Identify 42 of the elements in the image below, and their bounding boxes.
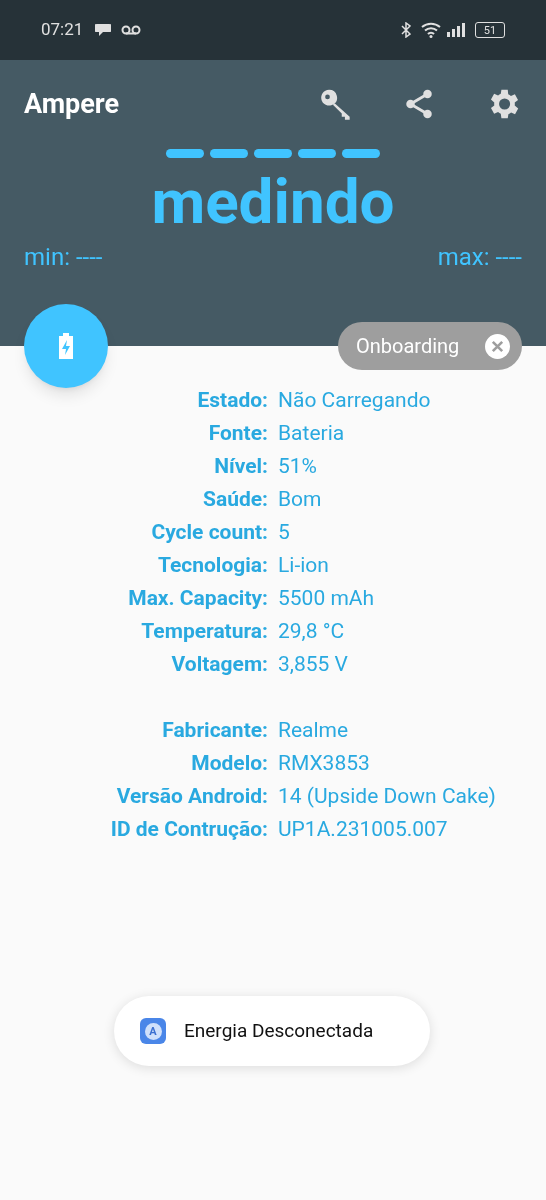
- info-value: 3,855 V: [277, 651, 348, 678]
- signal-icon: [447, 23, 467, 37]
- info-value: Bateria: [277, 420, 345, 447]
- voicemail-icon: [121, 25, 142, 35]
- app-title: Ampere: [24, 86, 121, 122]
- max-reading: max: ----: [437, 242, 522, 272]
- info-label: Saúde:: [202, 486, 268, 513]
- bluetooth-icon: [401, 22, 411, 38]
- info-value: Li-ion: [277, 552, 329, 579]
- app-icon: A: [140, 1018, 166, 1044]
- info-value: 29,8 °C: [277, 618, 345, 645]
- info-label: Voltagem:: [170, 651, 268, 678]
- close-icon[interactable]: [485, 333, 510, 359]
- info-label: Modelo:: [190, 750, 268, 777]
- battery-indicator: 51: [475, 22, 505, 38]
- wifi-icon: [421, 22, 443, 38]
- info-value: 51%: [277, 453, 317, 480]
- info-label: Nível:: [213, 453, 268, 480]
- info-value: 5: [277, 519, 290, 546]
- info-label: ID de Contrução:: [109, 816, 268, 843]
- info-label: Fonte:: [207, 420, 268, 447]
- info-label: Versão Android:: [115, 783, 268, 810]
- reading-value: medindo: [151, 165, 395, 238]
- info-label: Tecnologia:: [156, 552, 268, 579]
- info-label: Estado:: [196, 387, 268, 414]
- info-value: UP1A.231005.007: [277, 816, 448, 843]
- info-value: 5500 mAh: [277, 585, 375, 612]
- info-label: Fabricante:: [161, 717, 268, 744]
- info-value: RMX3853: [277, 750, 370, 777]
- onboarding-chip[interactable]: Onboarding: [338, 322, 522, 370]
- info-label: Cycle count:: [150, 519, 268, 546]
- info-value: 14 (Upside Down Cake): [277, 783, 496, 810]
- min-reading: min: ----: [24, 242, 103, 272]
- info-value: Não Carregando: [277, 387, 431, 414]
- info-value: Bom: [277, 486, 322, 513]
- status-time: 07:21: [41, 18, 84, 42]
- info-label: Max. Capacity:: [127, 585, 268, 612]
- toast-message: Energia Desconectada: [184, 1017, 374, 1044]
- info-label: Temperatura:: [140, 618, 268, 645]
- battery-charging-icon: [58, 333, 74, 359]
- info-value: Realme: [277, 717, 349, 744]
- message-icon: [95, 23, 112, 37]
